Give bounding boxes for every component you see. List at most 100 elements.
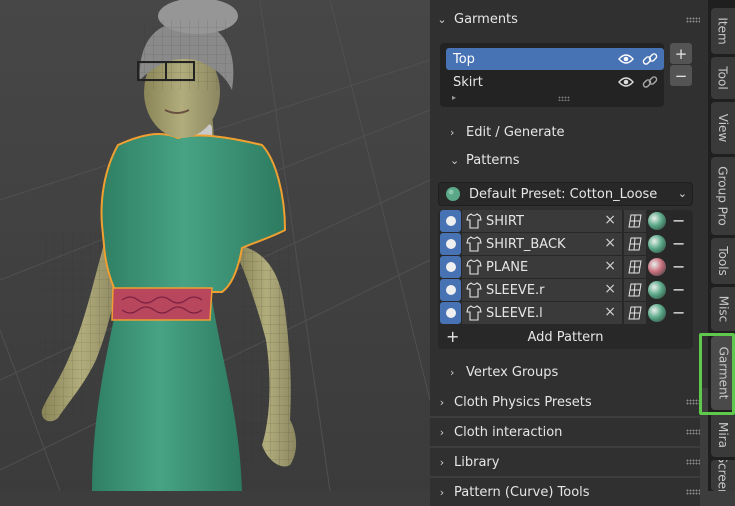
drag-grip-icon[interactable]	[686, 399, 700, 405]
uv-layout-button[interactable]	[624, 256, 646, 278]
dot-icon	[445, 285, 456, 295]
tab-label: Item	[716, 17, 731, 45]
tab-view[interactable]: View	[711, 102, 735, 154]
patterns-label: Patterns	[466, 152, 520, 168]
tab-label: Group Pro	[716, 166, 731, 226]
pattern-minus-button[interactable]: −	[672, 257, 685, 276]
pattern-name-cell[interactable]: PLANE ×	[462, 256, 622, 278]
edit-generate-subpanel[interactable]: › Edit / Generate	[450, 121, 565, 143]
cloth-interaction-panel[interactable]: › Cloth interaction	[430, 418, 700, 446]
dot-icon	[445, 239, 456, 249]
dot-icon	[445, 216, 456, 226]
uv-grid-icon	[628, 283, 642, 297]
pattern-minus-button[interactable]: −	[672, 303, 685, 322]
garment-item-label: Top	[453, 51, 475, 67]
pattern-name: SLEEVE.r	[486, 282, 545, 298]
edit-generate-label: Edit / Generate	[466, 124, 565, 140]
cloth-preset-dropdown[interactable]: Default Preset: Cotton_Loose ⌄	[438, 182, 693, 206]
add-pattern-button[interactable]: + Add Pattern	[438, 325, 693, 349]
pattern-row[interactable]: SLEEVE.l × −	[438, 302, 693, 324]
pattern-visibility-toggle[interactable]	[440, 233, 461, 255]
tab-label: Tool	[716, 66, 730, 90]
material-sphere-icon[interactable]	[648, 281, 666, 299]
pattern-row[interactable]: SHIRT × −	[438, 210, 693, 232]
material-sphere-icon[interactable]	[648, 212, 666, 230]
tab-group-pro[interactable]: Group Pro	[711, 157, 735, 235]
tab-screen[interactable]: Screen	[711, 460, 735, 491]
add-garment-button[interactable]: +	[670, 43, 692, 64]
add-pattern-label: Add Pattern	[527, 329, 604, 345]
pattern-minus-button[interactable]: −	[672, 211, 685, 230]
uv-grid-icon	[628, 260, 642, 274]
remove-pattern-x-button[interactable]: ×	[604, 235, 616, 251]
chevron-right-icon: ›	[450, 365, 455, 379]
expand-filter-icon[interactable]: ▸	[452, 93, 456, 102]
pattern-row[interactable]: PLANE × −	[438, 256, 693, 278]
pattern-name: PLANE	[486, 259, 529, 275]
material-sphere-icon[interactable]	[648, 258, 666, 276]
pattern-visibility-toggle[interactable]	[440, 256, 461, 278]
chevron-right-icon: ›	[450, 125, 455, 139]
material-sphere-icon[interactable]	[648, 235, 666, 253]
vertex-groups-label: Vertex Groups	[466, 364, 559, 380]
pattern-name-cell[interactable]: SLEEVE.r ×	[462, 279, 622, 301]
drag-grip-icon[interactable]	[686, 17, 700, 23]
garments-panel-header[interactable]: ⌄ Garments	[430, 5, 700, 33]
tab-mira[interactable]: Mira	[711, 413, 735, 457]
pattern-row[interactable]: SHIRT_BACK × −	[438, 233, 693, 255]
remove-pattern-x-button[interactable]: ×	[604, 281, 616, 297]
garments-panel-title: Garments	[454, 11, 518, 27]
garment-item-label: Skirt	[453, 74, 483, 90]
uv-layout-button[interactable]	[624, 233, 646, 255]
pattern-visibility-toggle[interactable]	[440, 302, 461, 324]
garment-list[interactable]: Top Skirt ▸	[440, 43, 664, 107]
pattern-curve-tools-panel[interactable]: › Pattern (Curve) Tools	[430, 478, 700, 506]
shirt-icon	[466, 213, 482, 229]
uv-grid-icon	[628, 237, 642, 251]
shirt-icon	[466, 236, 482, 252]
tab-item[interactable]: Item	[711, 8, 735, 54]
eye-icon[interactable]	[618, 76, 634, 88]
tab-misc[interactable]: Misc	[711, 287, 735, 331]
drag-grip-icon[interactable]	[686, 429, 700, 435]
chevron-down-icon: ⌄	[437, 12, 447, 26]
cloth-physics-presets-panel[interactable]: › Cloth Physics Presets	[430, 388, 700, 416]
panel-title: Pattern (Curve) Tools	[454, 484, 590, 500]
uv-layout-button[interactable]	[624, 210, 646, 232]
preset-label: Default Preset: Cotton_Loose	[469, 186, 658, 202]
drag-grip-icon[interactable]	[686, 489, 700, 495]
uv-grid-icon	[628, 214, 642, 228]
pattern-name: SLEEVE.l	[486, 305, 543, 321]
link-icon[interactable]	[642, 51, 658, 67]
remove-pattern-x-button[interactable]: ×	[604, 304, 616, 320]
resize-grip-icon[interactable]	[558, 96, 570, 101]
eye-icon[interactable]	[618, 53, 634, 65]
remove-pattern-x-button[interactable]: ×	[604, 258, 616, 274]
link-icon[interactable]	[642, 74, 658, 90]
pattern-name-cell[interactable]: SHIRT_BACK ×	[462, 233, 622, 255]
drag-grip-icon[interactable]	[686, 459, 700, 465]
patterns-subpanel[interactable]: ⌄ Patterns	[450, 149, 520, 171]
shirt-icon	[466, 282, 482, 298]
pattern-visibility-toggle[interactable]	[440, 279, 461, 301]
library-panel[interactable]: › Library	[430, 448, 700, 476]
remove-pattern-x-button[interactable]: ×	[604, 212, 616, 228]
pattern-visibility-toggle[interactable]	[440, 210, 461, 232]
tab-tools[interactable]: Tools	[711, 238, 735, 284]
pattern-name: SHIRT	[486, 213, 524, 229]
material-sphere-icon	[446, 187, 460, 201]
uv-layout-button[interactable]	[624, 302, 646, 324]
pattern-name-cell[interactable]: SLEEVE.l ×	[462, 302, 622, 324]
uv-layout-button[interactable]	[624, 279, 646, 301]
chevron-right-icon: ›	[439, 425, 445, 439]
pattern-row[interactable]: SLEEVE.r × −	[438, 279, 693, 301]
garment-item-top[interactable]: Top	[446, 48, 664, 70]
remove-garment-button[interactable]: −	[670, 65, 692, 86]
pattern-name-cell[interactable]: SHIRT ×	[462, 210, 622, 232]
pattern-minus-button[interactable]: −	[672, 234, 685, 253]
tab-tool[interactable]: Tool	[711, 57, 735, 99]
pattern-minus-button[interactable]: −	[672, 280, 685, 299]
garment-item-skirt[interactable]: Skirt	[446, 71, 664, 93]
vertex-groups-subpanel[interactable]: › Vertex Groups	[450, 361, 558, 383]
material-sphere-icon[interactable]	[648, 304, 666, 322]
